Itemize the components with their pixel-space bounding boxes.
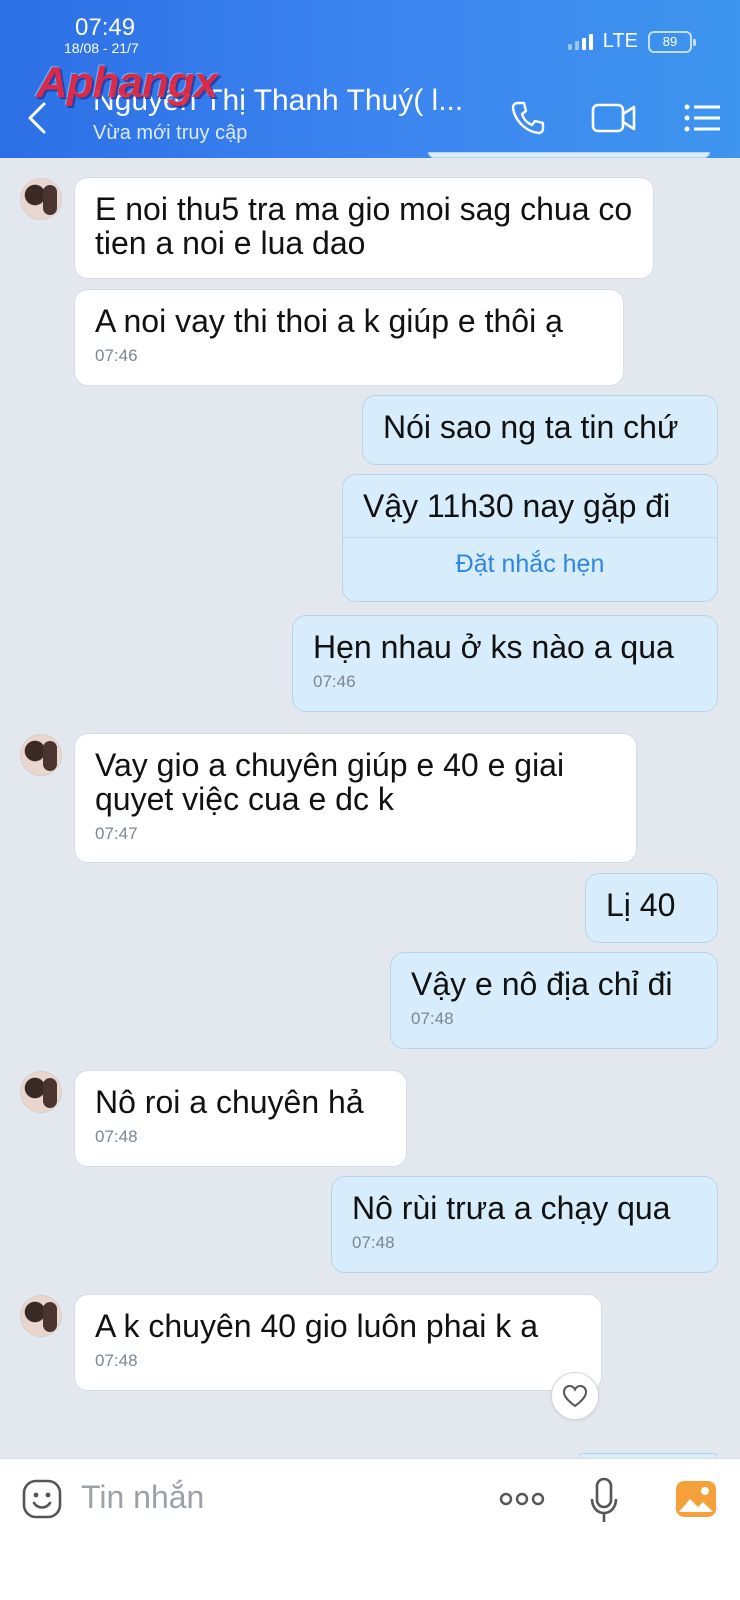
smiley-icon	[22, 1479, 62, 1519]
message-text: Hẹn nhau ở ks nào a qua	[313, 629, 674, 665]
avatar[interactable]	[20, 1071, 62, 1113]
message-text: Nô roi a chuyên hả	[95, 1084, 364, 1120]
message-bubble[interactable]: Nô rùi trưa a chạy qua 07:48	[331, 1176, 718, 1273]
status-date: 18/08 - 21/7	[64, 40, 139, 56]
back-button[interactable]	[22, 98, 52, 138]
signal-icon	[567, 33, 593, 50]
microphone-icon	[590, 1477, 618, 1522]
message-text: E noi thu5 tra ma gio moi sag chua co ti…	[95, 191, 633, 261]
message-composer: Tin nhắn	[0, 1458, 740, 1600]
message-text: Vậy e nô địa chỉ đi	[411, 966, 673, 1002]
message-input[interactable]: Tin nhắn	[81, 1479, 204, 1516]
message-text: A noi vay thi thoi a k giúp e thôi ạ	[95, 303, 563, 339]
message-bubble[interactable]: Vậy e nô địa chỉ đi 07:48	[390, 952, 718, 1049]
chat-header: 07:49 18/08 - 21/7 LTE 89 Nguyễn Thị Tha…	[0, 0, 740, 158]
call-button[interactable]	[506, 96, 550, 140]
battery-level: 89	[662, 34, 678, 49]
message-bubble[interactable]: Vậy 11h30 nay gặp đi Đặt nhắc hẹn	[342, 474, 718, 602]
message-bubble[interactable]: A noi vay thi thoi a k giúp e thôi ạ 07:…	[74, 289, 624, 386]
message-bubble[interactable]: Lị 40	[585, 873, 718, 943]
contact-name[interactable]: Nguyễn Thị Thanh Thuý( l...	[93, 84, 463, 118]
avatar[interactable]	[20, 1295, 62, 1337]
message-bubble[interactable]: Vay gio a chuyên giúp e 40 e giai quyet …	[74, 733, 637, 863]
message-time: 07:48	[95, 1127, 138, 1146]
menu-button[interactable]	[682, 96, 722, 140]
message-text: A k chuyên 40 gio luôn phai k a	[95, 1308, 538, 1344]
voice-button[interactable]	[588, 1475, 620, 1527]
list-menu-icon	[684, 104, 720, 132]
battery-icon: 89	[648, 30, 696, 53]
message-list[interactable]: E noi thu5 tra ma gio moi sag chua co ti…	[0, 152, 740, 1458]
message-bubble[interactable]: A k chuyên 40 gio luôn phai k a 07:48	[74, 1294, 602, 1391]
message-text: Vậy 11h30 nay gặp đi	[363, 488, 671, 524]
message-text: Lị 40	[606, 887, 676, 923]
message-time: 07:46	[95, 346, 138, 365]
video-camera-icon	[591, 103, 636, 133]
message-text: Nói sao ng ta tin chứ	[383, 409, 679, 445]
react-button[interactable]	[551, 1372, 599, 1420]
status-indicators: LTE 89	[567, 30, 696, 53]
message-time: 07:48	[95, 1351, 138, 1370]
message-time: 07:47	[95, 824, 138, 843]
message-bubble[interactable]: E noi thu5 tra ma gio moi sag chua co ti…	[74, 177, 654, 279]
heart-icon	[562, 1384, 588, 1408]
set-reminder-button[interactable]: Đặt nhắc hẹn	[343, 537, 717, 589]
image-icon	[676, 1481, 716, 1517]
avatar[interactable]	[20, 734, 62, 776]
status-time: 07:49	[75, 14, 136, 41]
message-time: 07:48	[352, 1233, 395, 1252]
sticker-button[interactable]	[20, 1475, 64, 1523]
phone-icon	[511, 101, 545, 135]
ellipsis-icon	[499, 1492, 545, 1506]
message-bubble[interactable]: Hẹn nhau ở ks nào a qua 07:46	[292, 615, 718, 712]
more-options-button[interactable]	[497, 1475, 547, 1523]
video-call-button[interactable]	[590, 96, 638, 140]
previous-message-edge	[428, 152, 710, 158]
gallery-button[interactable]	[674, 1475, 718, 1523]
avatar[interactable]	[20, 178, 62, 220]
network-type: LTE	[602, 30, 638, 52]
chevron-left-icon	[28, 102, 46, 134]
message-text: Nô rùi trưa a chạy qua	[352, 1190, 671, 1226]
contact-status: Vừa mới truy cập	[93, 122, 248, 144]
message-bubble[interactable]: Nói sao ng ta tin chứ	[362, 395, 718, 465]
message-text: Vay gio a chuyên giúp e 40 e giai quyet …	[95, 747, 565, 817]
message-bubble[interactable]: Nô roi a chuyên hả 07:48	[74, 1070, 407, 1167]
message-time: 07:46	[313, 672, 356, 691]
message-time: 07:48	[411, 1009, 454, 1028]
